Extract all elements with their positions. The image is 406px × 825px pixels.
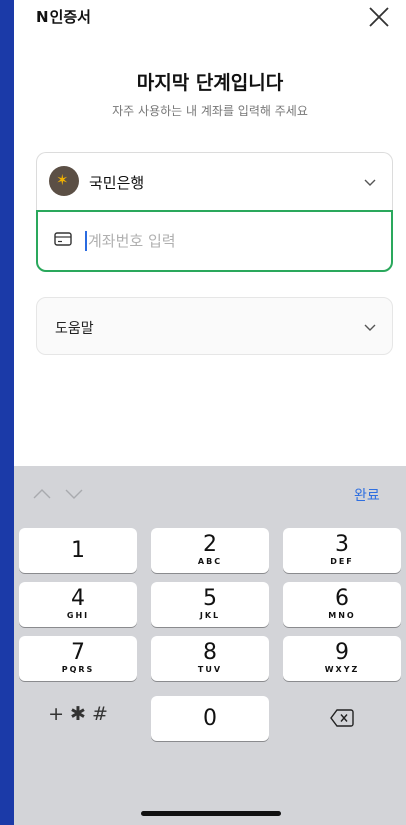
- chevron-down-icon[interactable]: [64, 488, 84, 500]
- key-digit: 4: [71, 586, 85, 611]
- key-8[interactable]: 8 TUV: [151, 636, 269, 681]
- key-digit: 1: [71, 538, 85, 563]
- key-2[interactable]: 2 ABC: [151, 528, 269, 573]
- key-0[interactable]: 0: [151, 696, 269, 741]
- page-subtitle: 자주 사용하는 내 계좌를 입력해 주세요: [112, 104, 308, 118]
- chevron-up-icon[interactable]: [32, 488, 52, 500]
- key-9[interactable]: 9 WXYZ: [283, 636, 401, 681]
- key-letters: TUV: [197, 665, 223, 674]
- close-icon: [369, 7, 389, 27]
- key-digit: 0: [203, 706, 217, 731]
- key-letters: PQRS: [61, 665, 95, 674]
- text-cursor: [85, 231, 87, 251]
- done-button[interactable]: 완료: [354, 485, 380, 505]
- key-digit: 6: [335, 586, 349, 611]
- backspace-key[interactable]: [283, 696, 401, 741]
- app-screen: N인증서 마지막 단계입니다 자주 사용하는 내 계좌를 입력해 주세요 ✶ 국…: [14, 0, 406, 825]
- kb-star-icon: ✶: [56, 171, 69, 189]
- page-title: 마지막 단계입니다: [136, 72, 284, 94]
- key-1[interactable]: 1: [19, 528, 137, 573]
- key-letters: MNO: [328, 611, 356, 620]
- key-digit: 5: [203, 586, 217, 611]
- backspace-icon: [330, 709, 354, 727]
- bank-select-dropdown[interactable]: ✶ 국민은행: [36, 152, 393, 210]
- chevron-down-icon: [364, 324, 376, 331]
- help-label: 도움말: [55, 321, 94, 337]
- key-5[interactable]: 5 JKL: [151, 582, 269, 627]
- symbols-key[interactable]: + ✱ #: [19, 692, 137, 737]
- home-indicator: [141, 811, 281, 816]
- key-6[interactable]: 6 MNO: [283, 582, 401, 627]
- key-3[interactable]: 3 DEF: [283, 528, 401, 573]
- key-digit: 9: [335, 640, 349, 665]
- numeric-keyboard: 완료 1 2 ABC 3 DEF 4 GHI 5 JKL 6 MNO 7 PQR…: [14, 466, 406, 825]
- app-name: 인증서: [49, 8, 91, 26]
- account-number-field[interactable]: [36, 210, 393, 272]
- key-7[interactable]: 7 PQRS: [19, 636, 137, 681]
- card-icon: [54, 232, 72, 246]
- app-title: N인증서: [36, 6, 91, 27]
- chevron-down-icon: [364, 179, 376, 186]
- key-digit: 7: [71, 640, 85, 665]
- app-logo-mark: N: [36, 8, 49, 26]
- key-4[interactable]: 4 GHI: [19, 582, 137, 627]
- account-number-input[interactable]: [88, 226, 368, 256]
- key-letters: ABC: [197, 557, 223, 566]
- key-digit: 2: [203, 532, 217, 557]
- key-letters: JKL: [199, 611, 221, 620]
- selected-bank-name: 국민은행: [89, 174, 145, 192]
- key-letters: WXYZ: [324, 665, 360, 674]
- key-letters: DEF: [330, 557, 354, 566]
- key-digit: 8: [203, 640, 217, 665]
- bank-logo: ✶: [49, 166, 79, 196]
- key-digit: 3: [335, 532, 349, 557]
- keyboard-accessory-bar: 완료: [14, 466, 406, 522]
- key-letters: GHI: [66, 611, 90, 620]
- close-button[interactable]: [366, 4, 392, 30]
- help-accordion[interactable]: 도움말: [36, 297, 393, 355]
